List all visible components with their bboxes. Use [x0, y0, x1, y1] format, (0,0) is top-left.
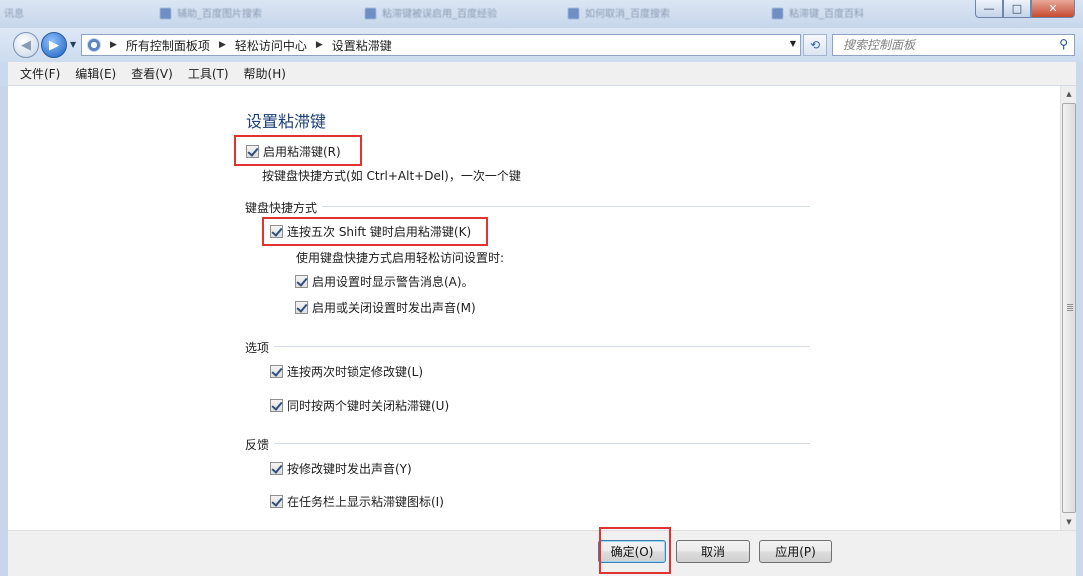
search-box[interactable]: ⚲ — [832, 34, 1075, 56]
checkbox-checked[interactable] — [295, 301, 308, 314]
menu-view[interactable]: 查看(V) — [131, 65, 173, 82]
breadcrumb-all-items[interactable]: 所有控制面板项 — [126, 37, 210, 54]
window-frame-left — [0, 86, 8, 576]
page-icon — [772, 8, 783, 19]
forward-button[interactable]: ▶ — [41, 32, 67, 58]
chevron-right-icon[interactable]: ▶ — [110, 40, 117, 50]
section-heading-feedback: 反馈 — [245, 438, 270, 452]
close-button[interactable]: ✕ — [1031, 0, 1075, 18]
address-dropdown-icon[interactable]: ▼ — [790, 39, 796, 48]
search-icon[interactable]: ⚲ — [1059, 37, 1068, 51]
menu-help[interactable]: 帮助(H) — [244, 65, 286, 82]
control-panel-icon — [87, 38, 101, 52]
chevron-right-icon[interactable]: ▶ — [316, 40, 323, 50]
checkbox-checked[interactable] — [270, 495, 283, 508]
grip-icon — [1067, 304, 1073, 312]
content-area — [8, 86, 1060, 530]
divider — [274, 346, 810, 347]
maximize-button[interactable]: □ — [1003, 0, 1031, 18]
minimize-button[interactable]: — — [975, 0, 1003, 18]
ghost-tab: 辅助_百度图片搜索 — [160, 5, 330, 21]
breadcrumb-sticky-keys[interactable]: 设置粘滞键 — [332, 37, 392, 54]
forward-arrow-icon: ▶ — [49, 37, 59, 53]
refresh-icon: ⟲ — [809, 38, 821, 52]
divider — [274, 443, 810, 444]
cancel-button[interactable]: 取消 — [676, 540, 750, 563]
section-heading-options: 选项 — [245, 341, 270, 355]
apply-button[interactable]: 应用(P) — [759, 540, 832, 563]
modifier-sound-checkbox[interactable]: 按修改键时发出声音(Y) — [270, 460, 412, 477]
back-button[interactable]: ◀ — [13, 32, 39, 58]
highlight-box — [262, 217, 488, 246]
checkbox-label[interactable]: 连按两次时锁定修改键(L) — [287, 363, 423, 380]
ghost-tab: 讯息 — [4, 9, 24, 20]
refresh-button[interactable]: ⟲ — [803, 34, 827, 56]
title-bar: 讯息 辅助_百度图片搜索 粘滞键被误启用_百度经验 如何取消_百度搜索 粘滞键_… — [0, 0, 1083, 28]
menu-file[interactable]: 文件(F) — [20, 65, 60, 82]
ghost-tab: 粘滞键_百度百科 — [772, 5, 942, 21]
enable-description: 按键盘快捷方式(如 Ctrl+Alt+Del)，一次一个键 — [262, 169, 521, 183]
history-dropdown-icon[interactable]: ▼ — [70, 40, 76, 49]
ghost-tab: 粘滞键被误启用_百度经验 — [365, 5, 535, 21]
highlight-box — [234, 135, 362, 166]
checkbox-checked[interactable] — [270, 399, 283, 412]
checkbox-label[interactable]: 在任务栏上显示粘滞键图标(I) — [287, 493, 444, 510]
dialog-footer — [8, 530, 1076, 576]
chevron-right-icon[interactable]: ▶ — [219, 40, 226, 50]
turn-off-two-keys-checkbox[interactable]: 同时按两个键时关闭粘滞键(U) — [270, 397, 449, 414]
page-icon — [568, 8, 579, 19]
vertical-scrollbar[interactable]: ▲ ▼ — [1060, 86, 1076, 530]
scroll-thumb[interactable] — [1062, 103, 1076, 513]
highlight-box — [599, 527, 671, 574]
page-icon — [365, 8, 376, 19]
checkbox-checked[interactable] — [295, 275, 308, 288]
checkbox-label[interactable]: 按修改键时发出声音(Y) — [287, 460, 412, 477]
navigation-bar: ◀ ▶ ▼ ▶ 所有控制面板项 ▶ 轻松访问中心 ▶ 设置粘滞键 ▼ ⟲ ⚲ — [0, 28, 1083, 62]
menu-tools[interactable]: 工具(T) — [188, 65, 229, 82]
address-bar[interactable]: ▶ 所有控制面板项 ▶ 轻松访问中心 ▶ 设置粘滞键 ▼ — [81, 34, 801, 56]
breadcrumb-ease-of-access[interactable]: 轻松访问中心 — [235, 37, 307, 54]
menu-edit[interactable]: 编辑(E) — [75, 65, 116, 82]
shortcut-sub-text: 使用键盘快捷方式启用轻松访问设置时: — [296, 251, 505, 265]
scroll-down-icon[interactable]: ▼ — [1061, 514, 1077, 530]
page-title: 设置粘滞键 — [246, 112, 327, 131]
ghost-tab: 如何取消_百度搜索 — [568, 5, 738, 21]
lock-modifier-checkbox[interactable]: 连按两次时锁定修改键(L) — [270, 363, 423, 380]
checkbox-label[interactable]: 同时按两个键时关闭粘滞键(U) — [287, 397, 449, 414]
sound-on-toggle-checkbox[interactable]: 启用或关闭设置时发出声音(M) — [295, 299, 476, 316]
warning-message-checkbox[interactable]: 启用设置时显示警告消息(A)。 — [295, 273, 474, 290]
checkbox-label[interactable]: 启用设置时显示警告消息(A)。 — [312, 273, 474, 290]
menu-bar: 文件(F) 编辑(E) 查看(V) 工具(T) 帮助(H) — [8, 62, 1076, 86]
checkbox-checked[interactable] — [270, 365, 283, 378]
search-input[interactable] — [833, 35, 1043, 55]
divider — [322, 206, 810, 207]
page-icon — [160, 8, 171, 19]
section-heading-shortcut: 键盘快捷方式 — [245, 201, 318, 215]
checkbox-checked[interactable] — [270, 462, 283, 475]
window-controls: — □ ✕ — [975, 0, 1075, 20]
checkbox-label[interactable]: 启用或关闭设置时发出声音(M) — [312, 299, 476, 316]
scroll-up-icon[interactable]: ▲ — [1061, 86, 1077, 102]
taskbar-icon-checkbox[interactable]: 在任务栏上显示粘滞键图标(I) — [270, 493, 444, 510]
back-arrow-icon: ◀ — [21, 37, 31, 53]
